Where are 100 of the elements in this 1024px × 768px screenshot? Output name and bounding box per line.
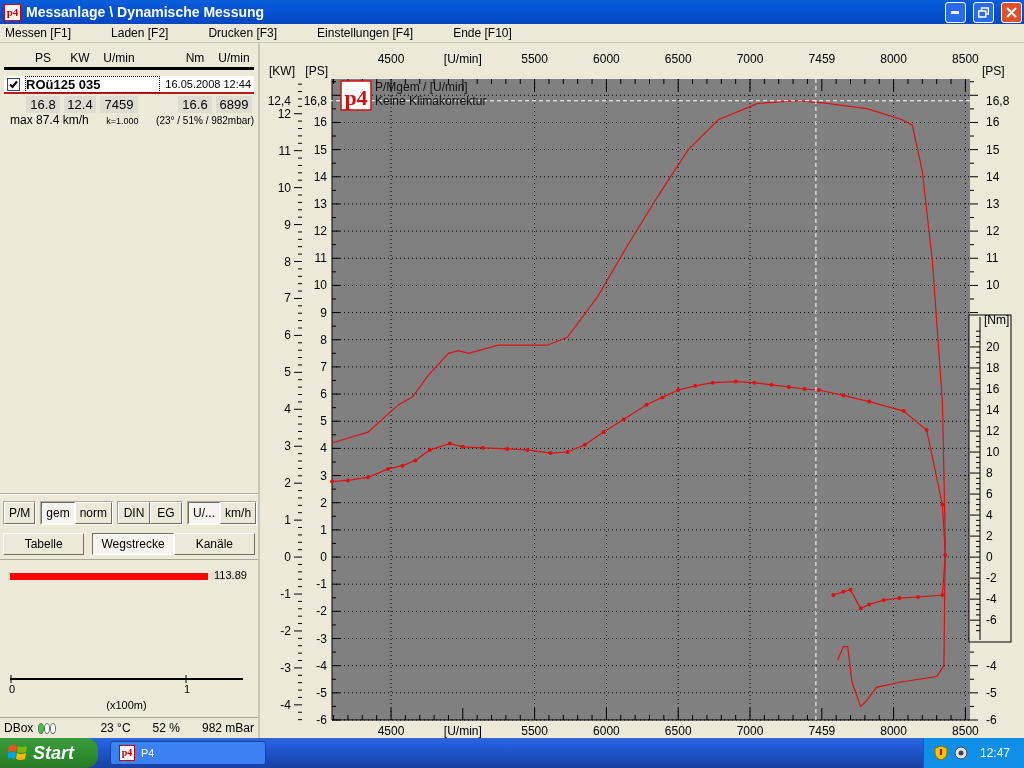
tick-label: -1	[280, 587, 291, 601]
tick-label: 1	[284, 513, 291, 528]
tick-label: 14	[986, 403, 1000, 417]
column-header: U/min	[217, 50, 251, 65]
axis-label: [U/min]	[443, 724, 482, 738]
tick-label: -4	[280, 697, 291, 712]
tick-label: 7000	[736, 52, 764, 66]
restore-button[interactable]	[973, 1, 994, 23]
tick-label: 8	[986, 466, 993, 481]
tick-label: 12	[313, 224, 327, 239]
view-tab[interactable]: Wegstrecke	[92, 533, 174, 555]
shield-icon[interactable]	[934, 745, 948, 761]
minimize-button[interactable]	[945, 1, 966, 23]
value-cell: 12.4	[64, 96, 96, 113]
tick-label: 7	[284, 291, 291, 306]
tick-label: 15	[986, 142, 1000, 157]
mode-button[interactable]: norm	[74, 502, 113, 524]
tick-label: 16	[313, 115, 327, 130]
device-label: DBox	[4, 721, 34, 735]
tick-label: 16	[986, 382, 1000, 396]
cursor-value: 16,8	[303, 93, 327, 108]
menu-item[interactable]: Messen [F1]	[0, 26, 77, 40]
mode-button[interactable]: gem	[41, 502, 75, 524]
column-header: PS	[34, 50, 52, 65]
column-header: KW	[69, 50, 91, 65]
tick-label: 6	[986, 487, 993, 502]
axis-label: [Nm]	[984, 313, 1010, 327]
tick-label: 8	[284, 254, 291, 269]
mode-button[interactable]: U/...	[188, 502, 221, 524]
conditions: (23° / 51% / 982mbar)	[156, 115, 254, 126]
menu-item[interactable]: Laden [F2]	[106, 26, 174, 40]
close-button[interactable]	[1001, 1, 1022, 23]
pressure: 982 mBar	[201, 721, 254, 735]
k-factor: k=1.000	[106, 116, 139, 126]
axis-label: [KW]	[269, 64, 295, 78]
tick-label: 8000	[880, 724, 907, 738]
measurement-name[interactable]: ROü125 035	[26, 76, 160, 92]
tick-label: -2	[986, 571, 997, 586]
tick-label: -2	[280, 623, 291, 638]
tick-label: 6	[320, 387, 327, 402]
scale-label: 0	[9, 683, 16, 695]
tick-label: 7000	[736, 724, 764, 738]
tick-label: 4	[320, 441, 327, 456]
menu-item[interactable]: Ende [F10]	[448, 26, 517, 40]
tick-label: 12	[277, 106, 291, 121]
scale-unit: (x100m)	[105, 699, 148, 711]
cursor-value: 7459	[808, 724, 836, 738]
tick-label: 8000	[880, 52, 907, 66]
tick-label: 6500	[664, 724, 692, 738]
tick-label: 11	[986, 251, 999, 266]
tick-label: 7	[320, 359, 327, 374]
tick-label: 10	[313, 278, 327, 293]
minimize-icon	[951, 10, 960, 14]
value-cell: 16.8	[26, 96, 60, 113]
taskbar-item[interactable]: p4 P4	[110, 741, 266, 765]
tick-label: 6500	[664, 52, 692, 66]
value-cell: 6899	[216, 96, 252, 113]
tick-label: -2	[316, 604, 327, 619]
column-header: Nm	[184, 50, 206, 65]
tick-label: 5	[284, 365, 291, 380]
view-tab[interactable]: Kanäle	[173, 533, 255, 555]
tick-label: 12	[986, 424, 1000, 438]
mode-button[interactable]: km/h	[220, 502, 257, 524]
tick-label: 2	[320, 495, 327, 510]
tick-label: 9	[284, 217, 291, 232]
checkbox[interactable]	[7, 77, 20, 91]
tick-label: -4	[986, 658, 997, 673]
tick-label: 4500	[377, 52, 405, 66]
temperature: 23 °C	[100, 721, 131, 735]
tick-label: 11	[314, 251, 327, 266]
axis-label: [PS]	[305, 64, 328, 78]
tick-label: 11	[278, 143, 291, 158]
tick-label: 9	[320, 305, 327, 320]
mode-button[interactable]: DIN	[118, 502, 151, 524]
tick-label: -5	[986, 685, 997, 700]
tick-label: 10	[986, 445, 1000, 460]
tick-label: -6	[986, 613, 997, 628]
menu-item[interactable]: Einstellungen [F4]	[312, 26, 419, 40]
cursor-value: 7459	[808, 52, 836, 66]
tick-label: 1	[320, 522, 327, 537]
close-icon	[1006, 6, 1017, 18]
view-tab[interactable]: Tabelle	[3, 533, 85, 555]
tray-app-icon[interactable]	[954, 746, 968, 760]
tick-label: -6	[986, 713, 997, 727]
tick-label: 8	[320, 332, 327, 347]
windows-flag-icon	[8, 744, 28, 762]
tick-label: -4	[316, 658, 327, 673]
start-button[interactable]: Start	[0, 738, 98, 768]
logo: p4	[340, 80, 372, 111]
mode-button[interactable]: EG	[150, 502, 183, 524]
restore-icon	[978, 6, 989, 18]
value-cell: 16.6	[178, 96, 212, 113]
tick-label: 5500	[521, 724, 548, 738]
max-speed: max 87.4 km/h	[10, 113, 89, 127]
mode-button[interactable]: P/M	[4, 502, 36, 524]
tick-label: 3	[320, 468, 327, 483]
tick-label: 13	[313, 196, 327, 211]
measurement-date: 16.05.2008 12:44	[165, 78, 252, 90]
menu-item[interactable]: Drucken [F3]	[203, 26, 283, 40]
axis-label: [PS]	[982, 64, 1005, 78]
